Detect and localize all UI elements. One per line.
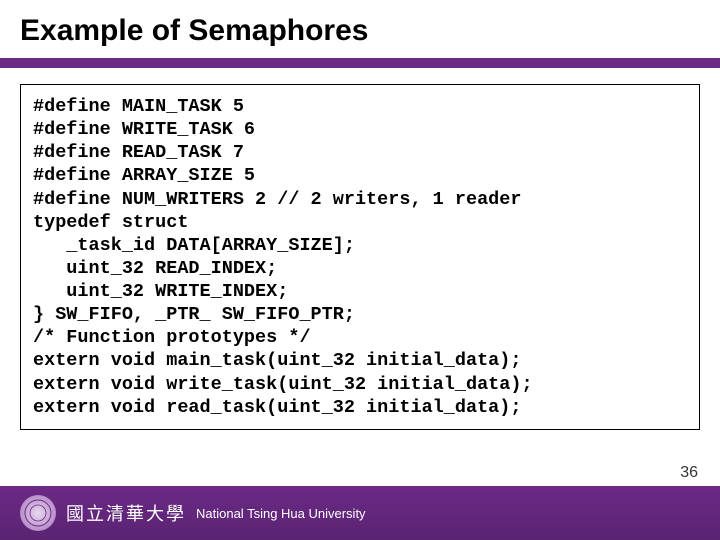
content-area: #define MAIN_TASK 5 #define WRITE_TASK 6… [0,68,720,540]
slide: Example of Semaphores #define MAIN_TASK … [0,0,720,540]
page-number: 36 [680,464,698,482]
title-underline-bar [0,58,720,68]
university-seal-icon [20,495,56,531]
university-name-chinese: 國立清華大學 [66,499,186,527]
slide-title: Example of Semaphores [0,0,720,58]
code-block: #define MAIN_TASK 5 #define WRITE_TASK 6… [20,84,700,430]
university-name-chinese-text: 國立清華大學 [66,500,186,526]
footer-bar: 國立清華大學 National Tsing Hua University [0,486,720,540]
university-name-english: National Tsing Hua University [196,506,366,521]
